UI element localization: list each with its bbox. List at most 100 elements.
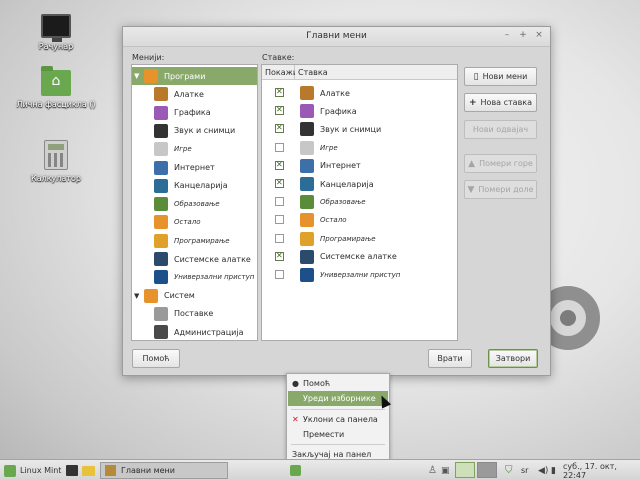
tree-item[interactable]: Универзални приступ — [132, 268, 257, 286]
new-separator-button[interactable]: Нови одвајач — [464, 120, 537, 139]
tray-volume[interactable]: ◀) — [538, 462, 548, 479]
item-row[interactable]: Програмирање — [300, 230, 457, 248]
show-checkbox[interactable] — [275, 87, 284, 97]
home-folder-icon — [41, 66, 71, 96]
item-row[interactable]: Графика — [300, 102, 457, 120]
close-window-button[interactable]: × — [534, 30, 544, 40]
menus-label: Менији: — [132, 53, 165, 62]
item-row[interactable]: Универзални приступ — [300, 266, 457, 284]
new-item-button[interactable]: + Нова ставка — [464, 93, 537, 112]
launcher-files[interactable] — [82, 462, 95, 479]
context-item-help[interactable]: ● Помоћ — [288, 376, 388, 391]
expander-icon[interactable]: ▼ — [134, 292, 144, 300]
menu-button[interactable]: Linux Mint — [4, 462, 61, 479]
show-checkbox[interactable] — [275, 251, 284, 261]
context-item-move[interactable]: Премести — [288, 427, 388, 442]
tree-item-label: Администрација — [174, 327, 244, 337]
show-checkbox[interactable] — [275, 233, 284, 243]
show-checkbox[interactable] — [275, 105, 284, 116]
tree-item[interactable]: Остало — [132, 213, 257, 231]
tray-power[interactable]: ▮ — [551, 462, 556, 479]
show-checkbox[interactable] — [275, 178, 284, 188]
desktop-icon-home[interactable]: Лична фасцикла () — [16, 66, 96, 109]
item-row[interactable]: Канцеларија — [300, 175, 457, 193]
show-checkbox[interactable] — [275, 123, 284, 134]
show-checkbox[interactable] — [275, 215, 284, 225]
show-checkbox[interactable] — [275, 142, 284, 152]
item-row[interactable]: Остало — [300, 211, 457, 229]
tree-item[interactable]: Игре — [132, 140, 257, 158]
desktop-icon-label: Рачунар — [38, 42, 74, 51]
tree-item[interactable]: Администрација — [132, 323, 257, 341]
battery-icon: ▮ — [551, 465, 556, 476]
tree-item[interactable]: ▼ Систем — [132, 287, 257, 305]
items-list[interactable]: Покажи Ставка Алатке Графика Звук и снимци… — [261, 64, 458, 341]
window-titlebar[interactable]: Главни мени – + × — [123, 27, 550, 47]
workspace-2[interactable] — [477, 462, 497, 478]
programs-icon — [144, 69, 158, 83]
volume-icon: ◀) — [538, 465, 549, 476]
column-header-item[interactable]: Ставка — [295, 65, 457, 80]
desktop-icon-computer[interactable]: Рачунар — [16, 14, 96, 51]
tray-shield[interactable]: ⛉ — [505, 462, 513, 479]
applet-menu[interactable] — [290, 462, 301, 479]
tree-item[interactable]: Канцеларија — [132, 177, 257, 195]
menu-button-label: Linux Mint — [20, 466, 62, 475]
item-row[interactable]: Системске алатке — [300, 248, 457, 266]
new-menu-button[interactable]: ▯ Нови мени — [464, 67, 537, 86]
item-row[interactable]: Игре — [300, 139, 457, 157]
tree-item[interactable]: Образовање — [132, 195, 257, 213]
desktop-icon-calculator[interactable]: Калкулатор — [16, 140, 96, 183]
close-button[interactable]: Затвори — [488, 349, 538, 368]
revert-button[interactable]: Врати — [428, 349, 472, 368]
item-row[interactable]: Образовање — [300, 193, 457, 211]
maximize-button[interactable]: + — [518, 30, 528, 40]
move-up-button[interactable]: ▲ Помери горе — [464, 154, 537, 173]
panel-context-menu: ● Помоћ Уреди изборнике ✕ Уклони са пане… — [286, 373, 390, 463]
accessories-icon — [154, 87, 168, 102]
tree-item[interactable]: Програмирање — [132, 232, 257, 250]
tree-item[interactable]: ▼ Програми — [132, 67, 257, 85]
show-checkbox[interactable] — [275, 197, 284, 207]
tree-item[interactable]: Алатке — [132, 85, 257, 103]
column-header-show[interactable]: Покажи — [262, 65, 298, 80]
tree-item[interactable]: Графика — [132, 104, 257, 122]
item-row[interactable]: Интернет — [300, 157, 457, 175]
tree-item[interactable]: Звук и снимци — [132, 122, 257, 140]
context-item-edit-menus[interactable]: Уреди изборнике — [288, 391, 388, 406]
clock[interactable]: суб., 17. окт, 22:47 — [563, 462, 640, 480]
tray-user[interactable]: ♙ — [428, 462, 437, 479]
workspace-1[interactable] — [455, 462, 475, 478]
menu-tree[interactable]: ▼ Програми Алатке Графика Звук и снимци Игре И… — [131, 64, 258, 341]
item-label: Програмирање — [320, 234, 376, 243]
new-item-label: Нова ставка — [480, 98, 533, 107]
show-checkbox[interactable] — [275, 160, 284, 170]
item-label: Графика — [320, 106, 357, 116]
games-icon — [300, 140, 314, 155]
accessibility-icon — [154, 270, 168, 285]
move-down-button[interactable]: ▼ Помери доле — [464, 180, 537, 199]
item-row[interactable]: Алатке — [300, 84, 457, 102]
tray-network[interactable]: ▣ — [441, 462, 450, 479]
system-tools-icon — [154, 252, 168, 266]
launcher-terminal[interactable] — [66, 462, 78, 479]
help-icon: ● — [292, 379, 299, 388]
context-item-label: Помоћ — [303, 379, 331, 388]
preferences-icon — [154, 306, 168, 321]
context-item-remove[interactable]: ✕ Уклони са панела — [288, 412, 388, 427]
tree-item[interactable]: Интернет — [132, 159, 257, 177]
taskbar-window-button[interactable]: Главни мени — [100, 462, 228, 479]
expander-icon[interactable]: ▼ — [134, 72, 144, 80]
folder-icon — [82, 465, 95, 476]
tree-item[interactable]: Поставке — [132, 305, 257, 323]
item-row[interactable]: Звук и снимци — [300, 120, 457, 138]
tree-item[interactable]: Системске алатке — [132, 250, 257, 268]
minimize-button[interactable]: – — [502, 30, 512, 40]
keyboard-layout[interactable]: sr — [521, 462, 528, 479]
multimedia-icon — [300, 122, 314, 137]
help-button[interactable]: Помоћ — [132, 349, 180, 368]
show-checkbox[interactable] — [275, 270, 284, 279]
context-item-label: Закључај на панел — [292, 450, 372, 459]
calculator-icon — [44, 140, 68, 170]
education-icon — [154, 197, 168, 212]
